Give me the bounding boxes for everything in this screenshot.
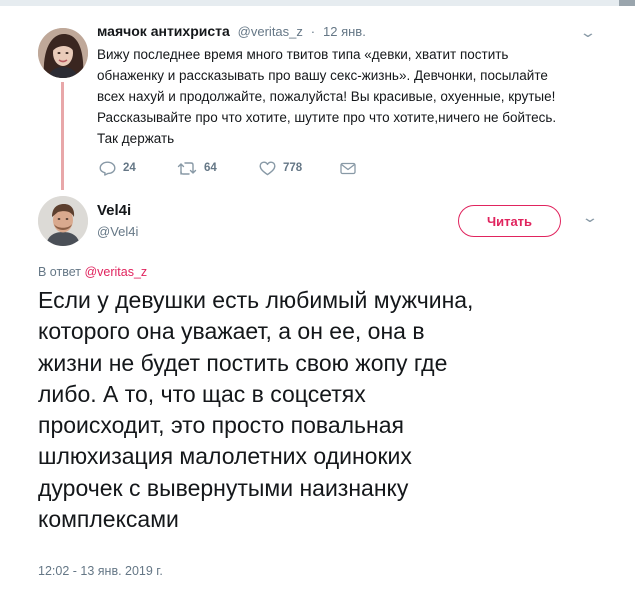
chevron-down-icon[interactable]: ⌄ [581,209,599,226]
heart-icon [259,161,276,175]
main-text-line: которого она уважает, а он ее, она в [38,318,425,345]
parent-text-line: Вижу последнее время много твитов типа «… [97,47,509,62]
main-text-line: комплексами [38,506,179,533]
main-tweet-text: Если у девушки есть любимый мужчина, кот… [38,285,598,535]
parent-handle[interactable]: @veritas_z [238,24,303,39]
reply-button[interactable]: 24 [99,160,136,176]
main-text-line: либо. А то, что щас в соцсетях [38,380,366,407]
tweet-timestamp[interactable]: 12:02 - 13 янв. 2019 г. [38,564,163,578]
parent-text-line: всех нахуй и продолжайте, пожалуйста! Вы… [97,89,556,104]
chevron-down-icon[interactable]: ⌄ [579,24,597,41]
reply-prefix: В ответ [38,265,81,279]
envelope-icon [340,162,356,174]
parent-text-line: обнаженку и рассказывать про вашу секс-ж… [97,68,548,83]
avatar-photo-icon [38,196,88,246]
main-text-line: жизни не будет постить свою жопу где [38,349,448,376]
thread-connector-line [61,82,64,190]
parent-avatar[interactable] [38,28,88,78]
retweet-icon [177,161,197,175]
main-text-line: Если у девушки есть любимый мужчина, [38,287,474,313]
main-handle[interactable]: @Vel4i [97,224,138,239]
meta-separator: · [310,24,316,39]
like-count: 778 [283,162,303,174]
direct-message-button[interactable] [340,160,356,176]
reply-mention-link[interactable]: @veritas_z [84,265,147,279]
parent-tweet-text: Вижу последнее время много твитов типа «… [97,44,609,149]
main-text-line: происходит, это просто повальная [38,412,404,439]
follow-button[interactable]: Читать [458,205,561,237]
scrollbar-thumb[interactable] [619,0,635,6]
retweet-count: 64 [204,162,217,174]
top-divider [0,0,635,6]
like-button[interactable]: 778 [259,160,302,176]
parent-text-line: Так держать [97,131,175,146]
reply-count: 24 [123,162,136,174]
main-text-line: шлюхизация малолетних одиноких [38,443,412,470]
main-avatar[interactable] [38,196,88,246]
reply-context: В ответ @veritas_z [38,265,147,279]
reply-icon [99,161,116,176]
retweet-button[interactable]: 64 [177,160,217,176]
parent-display-name[interactable]: маячок антихриста [97,23,230,39]
parent-date[interactable]: 12 янв. [323,24,366,39]
parent-tweet-header: маячок антихриста @veritas_z · 12 янв. [97,23,366,39]
main-text-line: дурочек с вывернутыми наизнанку [38,474,409,501]
avatar-photo-icon [38,28,88,78]
parent-text-line: Рассказывайте про что хотите, шутите про… [97,110,557,125]
main-display-name[interactable]: Vel4i [97,202,131,219]
